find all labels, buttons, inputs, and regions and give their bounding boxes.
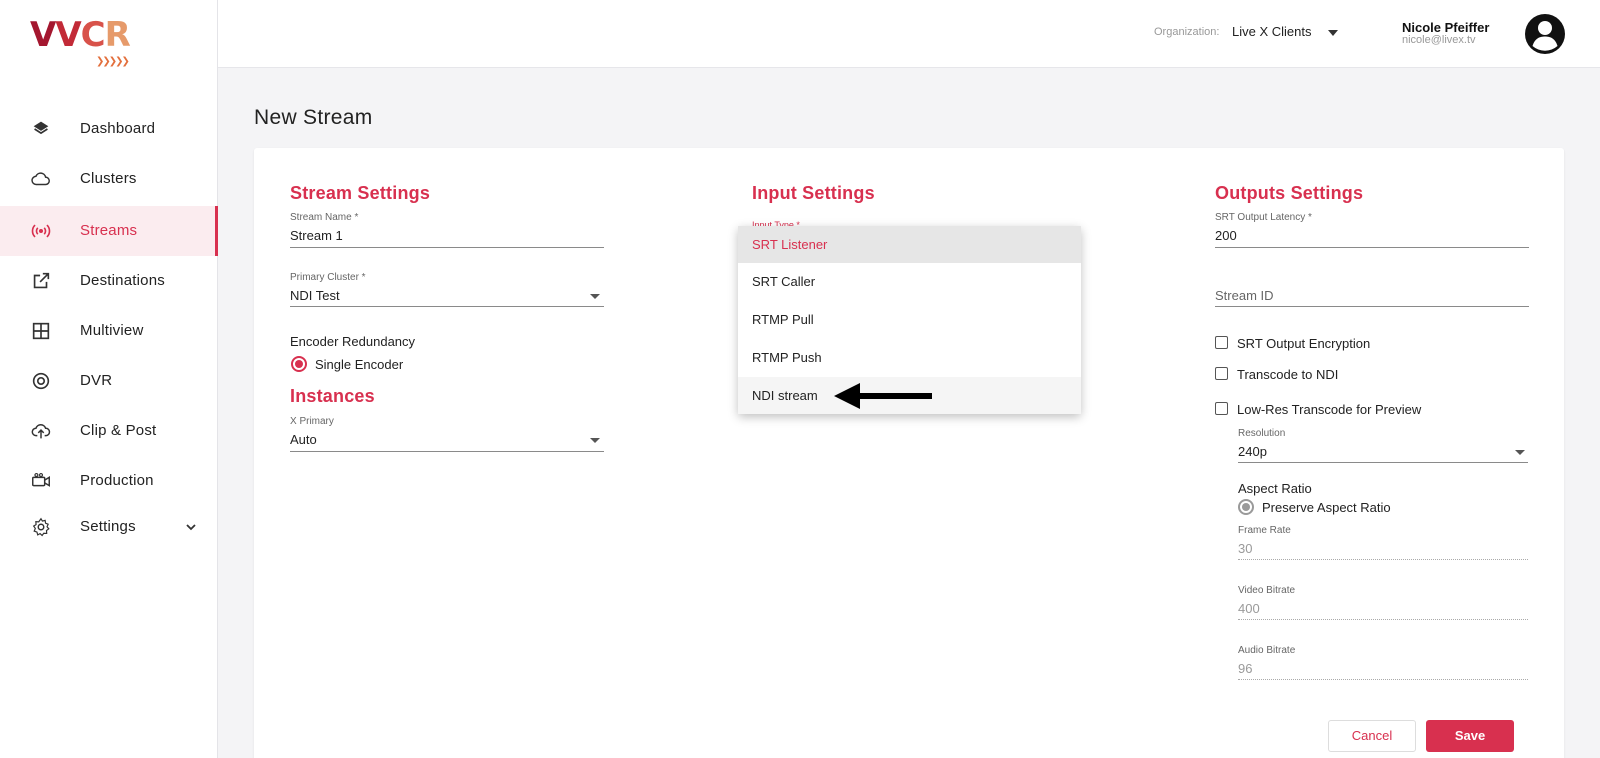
primary-cluster-select[interactable]: NDI Test (290, 288, 340, 303)
logo-letter: R (104, 15, 131, 55)
grid-icon (32, 322, 50, 340)
dropdown-option-srt-listener[interactable]: SRT Listener (738, 226, 1081, 263)
frame-rate-underline (1238, 559, 1528, 560)
single-encoder-radio[interactable] (291, 356, 307, 372)
sidebar-item-production[interactable]: Production (0, 456, 218, 506)
resolution-underline (1238, 462, 1528, 463)
annotation-arrow-icon (834, 383, 932, 409)
save-button[interactable]: Save (1426, 720, 1514, 752)
resolution-select[interactable]: 240p (1238, 444, 1267, 459)
logo-letter: C (80, 15, 106, 55)
low-res-transcode-label: Low-Res Transcode for Preview (1237, 402, 1422, 417)
layers-icon (33, 121, 49, 135)
sidebar-item-label: Clusters (80, 170, 137, 187)
sidebar-item-dashboard[interactable]: Dashboard (0, 104, 218, 154)
caret-down-icon[interactable] (1328, 30, 1338, 36)
top-header: Organization: Live X Clients Nicole Pfei… (218, 0, 1600, 68)
low-res-transcode-checkbox[interactable] (1215, 402, 1228, 415)
video-bitrate-underline (1238, 619, 1528, 620)
sidebar-item-label: Production (80, 472, 154, 489)
sidebar-item-clusters[interactable]: Clusters (0, 154, 218, 204)
video-bitrate-label: Video Bitrate (1238, 585, 1296, 596)
audio-bitrate-underline (1238, 679, 1528, 680)
srt-output-encryption-checkbox[interactable] (1215, 336, 1228, 349)
video-camera-icon (32, 472, 50, 487)
dropdown-option-rtmp-pull[interactable]: RTMP Pull (738, 301, 1081, 338)
organization-label: Organization: (1154, 26, 1220, 38)
cloud-upload-icon (31, 424, 51, 439)
logo-arrows-icon: ❯❯❯❯❯ (96, 56, 130, 67)
single-encoder-label: Single Encoder (315, 357, 404, 372)
sidebar: VVCR ❯❯❯❯❯ Dashboard Clusters Streams De… (0, 0, 218, 758)
sidebar-item-destinations[interactable]: Destinations (0, 256, 218, 306)
sidebar-item-label: Multiview (80, 322, 144, 339)
broadcast-icon (31, 224, 51, 238)
logo-letter: V (30, 15, 56, 55)
frame-rate-label: Frame Rate (1238, 525, 1291, 536)
avatar[interactable] (1524, 13, 1566, 55)
primary-cluster-label: Primary Cluster * (290, 272, 366, 283)
x-primary-underline (290, 451, 604, 452)
frame-rate-input[interactable]: 30 (1238, 541, 1252, 556)
caret-down-icon[interactable] (590, 294, 600, 299)
stream-name-underline (290, 247, 604, 248)
audio-bitrate-input[interactable]: 96 (1238, 661, 1252, 676)
user-name: Nicole Pfeiffer (1402, 20, 1490, 35)
chevron-down-icon[interactable] (184, 520, 198, 534)
dropdown-option-srt-caller[interactable]: SRT Caller (738, 263, 1081, 300)
organization-select[interactable]: Live X Clients (1232, 24, 1311, 39)
stream-settings-heading: Stream Settings (290, 183, 431, 203)
sidebar-item-label: Streams (80, 222, 138, 239)
sidebar-item-streams[interactable]: Streams (0, 206, 218, 256)
transcode-to-ndi-label: Transcode to NDI (1237, 367, 1339, 382)
vvcr-logo[interactable]: VVCR ❯❯❯❯❯ (30, 15, 140, 67)
instances-heading: Instances (290, 386, 375, 406)
sidebar-item-label: Settings (80, 518, 136, 535)
gear-icon (32, 517, 50, 537)
srt-output-latency-label: SRT Output Latency * (1215, 212, 1312, 223)
outputs-settings-heading: Outputs Settings (1215, 183, 1364, 203)
page-title: New Stream (254, 106, 373, 129)
stream-name-label: Stream Name * (290, 212, 359, 223)
sidebar-item-clip-post[interactable]: Clip & Post (0, 406, 218, 456)
transcode-to-ndi-checkbox[interactable] (1215, 367, 1228, 380)
sidebar-item-label: Clip & Post (80, 422, 157, 439)
aspect-ratio-label: Aspect Ratio (1238, 481, 1312, 496)
user-email: nicole@livex.tv (1402, 34, 1476, 46)
preserve-aspect-ratio-label: Preserve Aspect Ratio (1262, 500, 1391, 515)
preserve-aspect-ratio-radio[interactable] (1238, 499, 1254, 515)
sidebar-item-multiview[interactable]: Multiview (0, 306, 218, 356)
input-settings-heading: Input Settings (752, 183, 875, 203)
srt-latency-underline (1215, 247, 1529, 248)
caret-down-icon[interactable] (1515, 450, 1525, 455)
stream-name-input[interactable]: Stream 1 (290, 228, 343, 243)
cancel-button[interactable]: Cancel (1328, 720, 1416, 752)
sidebar-item-label: DVR (80, 372, 113, 389)
resolution-label: Resolution (1238, 428, 1286, 439)
audio-bitrate-label: Audio Bitrate (1238, 645, 1296, 656)
cloud-icon (31, 172, 50, 186)
stream-id-underline (1215, 306, 1529, 307)
caret-down-icon[interactable] (590, 438, 600, 443)
record-icon (32, 372, 50, 390)
primary-cluster-underline (290, 306, 604, 307)
srt-output-encryption-label: SRT Output Encryption (1237, 336, 1371, 351)
sidebar-item-dvr[interactable]: DVR (0, 356, 218, 406)
video-bitrate-input[interactable]: 400 (1238, 601, 1260, 616)
logo-letter: V (55, 15, 81, 55)
external-link-icon (33, 272, 50, 289)
encoder-redundancy-label: Encoder Redundancy (290, 334, 416, 349)
dropdown-option-rtmp-push[interactable]: RTMP Push (738, 339, 1081, 376)
x-primary-select[interactable]: Auto (290, 432, 317, 447)
sidebar-item-label: Destinations (80, 272, 165, 289)
sidebar-item-settings[interactable]: Settings (0, 502, 218, 552)
sidebar-item-label: Dashboard (80, 120, 156, 137)
stream-id-input[interactable]: Stream ID (1215, 288, 1274, 303)
srt-output-latency-input[interactable]: 200 (1215, 228, 1237, 243)
x-primary-label: X Primary (290, 416, 334, 427)
